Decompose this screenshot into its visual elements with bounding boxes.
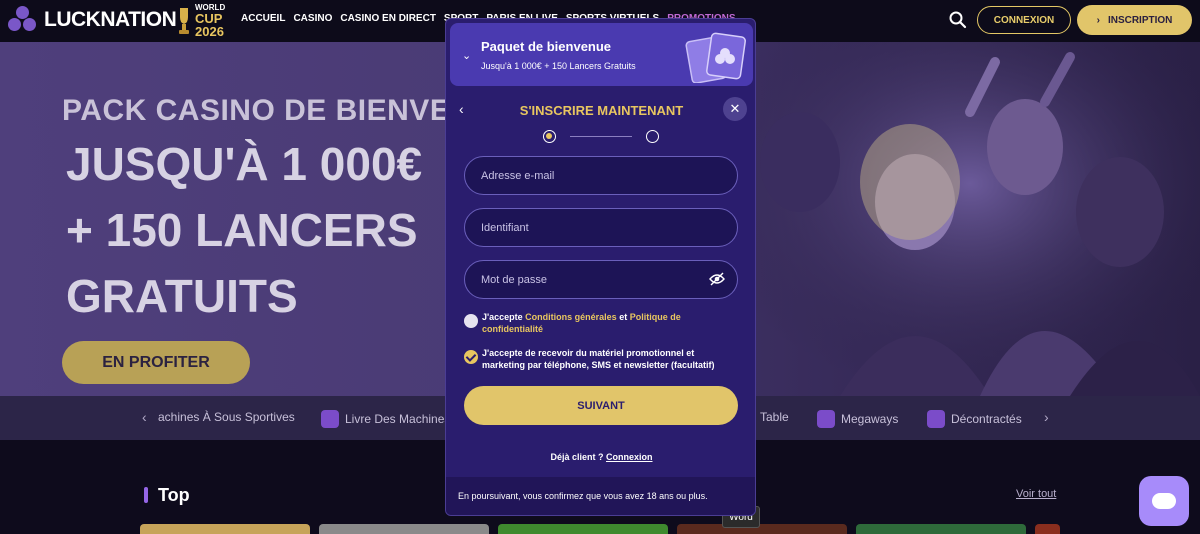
category-decontractes[interactable]: Décontractés <box>927 410 1022 428</box>
game-thumbnail[interactable] <box>677 524 847 534</box>
password-input[interactable] <box>465 261 737 298</box>
megaways-icon <box>817 410 835 428</box>
terms-text: J'accepte Conditions générales et Politi… <box>482 311 737 335</box>
username-field[interactable] <box>464 208 738 247</box>
category-label: Décontractés <box>951 412 1022 426</box>
category-livre-des-machines[interactable]: Livre Des Machines <box>321 410 450 428</box>
category-label: Livre Des Machines <box>345 412 451 426</box>
dice-icon <box>927 410 945 428</box>
category-machines-a-sous-sportives[interactable]: achines À Sous Sportives <box>158 410 295 424</box>
marketing-text: J'accepte de recevoir du matériel promot… <box>482 348 715 370</box>
chevron-right-icon: › <box>1096 14 1100 26</box>
step-connector <box>570 136 632 137</box>
playing-cards-icon <box>685 32 746 83</box>
terms-prefix: J'accepte <box>482 312 526 322</box>
signup-title: S'INSCRIRE MAINTENANT <box>519 103 684 118</box>
step-indicator-1 <box>543 130 556 143</box>
marketing-checkbox[interactable] <box>464 350 478 364</box>
book-icon <box>321 410 339 428</box>
chat-support-button[interactable] <box>1139 476 1189 526</box>
hero-headline-line2: + 150 LANCERS <box>66 204 418 256</box>
username-input[interactable] <box>465 209 737 246</box>
clover-logo-icon <box>8 6 38 34</box>
section-title: Top <box>158 485 190 505</box>
hero-headline-line1: JUSQU'À 1 000€ <box>66 138 423 190</box>
hero-headline-line3: GRATUITS <box>66 270 298 322</box>
age-disclaimer: En poursuivant, vous confirmez que vous … <box>446 477 755 515</box>
party-crowd-image <box>740 42 1200 396</box>
world-cup-badge[interactable]: WORLD CUP 2026 <box>176 4 225 38</box>
chevron-left-icon[interactable]: ‹ <box>142 409 147 425</box>
close-icon[interactable]: ✕ <box>723 97 747 121</box>
logo-text: LUCKNATION <box>44 8 177 31</box>
game-thumbnail[interactable] <box>140 524 310 534</box>
game-thumbnail[interactable] <box>498 524 668 534</box>
category-table[interactable]: Table <box>760 410 789 424</box>
suivant-button[interactable]: SUIVANT <box>464 386 738 425</box>
voir-tout-link[interactable]: Voir tout <box>1016 488 1056 500</box>
category-megaways[interactable]: Megaways <box>817 410 898 428</box>
chevron-down-icon[interactable]: ⌄ <box>462 49 471 62</box>
already-client-line: Déjà client ? Connexion <box>446 452 755 462</box>
game-thumbnail[interactable] <box>319 524 489 534</box>
trophy-icon <box>179 8 189 34</box>
category-label: achines À Sous Sportives <box>158 410 295 424</box>
step-indicator-2 <box>646 130 659 143</box>
already-client-text: Déjà client ? <box>550 452 604 462</box>
terms-checkbox[interactable] <box>464 314 478 328</box>
category-label: Megaways <box>841 412 899 426</box>
bonus-subtitle: Jusqu'à 1 000€ + 150 Lancers Gratuits <box>481 61 636 71</box>
terms-mid: et <box>616 312 630 322</box>
category-label: Table <box>760 410 789 424</box>
password-field[interactable] <box>464 260 738 299</box>
section-accent <box>144 487 148 503</box>
en-profiter-button[interactable]: EN PROFITER <box>62 341 250 384</box>
signup-modal: ⌄ Paquet de bienvenue Jusqu'à 1 000€ + 1… <box>445 18 756 516</box>
site-logo[interactable]: LUCKNATION <box>8 6 177 34</box>
game-thumbnail[interactable] <box>1035 524 1060 534</box>
bonus-title: Paquet de bienvenue <box>481 39 612 54</box>
login-link[interactable]: Connexion <box>606 452 653 462</box>
inscription-label: INSCRIPTION <box>1107 14 1173 26</box>
inscription-button[interactable]: › INSCRIPTION <box>1077 5 1192 35</box>
conditions-link[interactable]: Conditions générales <box>525 312 617 322</box>
nav-casino-en-direct[interactable]: CASINO EN DIRECT <box>340 13 436 24</box>
eye-slash-icon[interactable] <box>709 272 725 286</box>
world-cup-line3: 2026 <box>195 24 224 39</box>
nav-accueil[interactable]: ACCUEIL <box>241 13 285 24</box>
chevron-right-icon[interactable]: › <box>1044 409 1049 425</box>
game-thumbnail[interactable] <box>856 524 1026 534</box>
connexion-button[interactable]: CONNEXION <box>977 6 1071 34</box>
welcome-bonus-panel[interactable]: ⌄ Paquet de bienvenue Jusqu'à 1 000€ + 1… <box>450 23 753 86</box>
nav-casino[interactable]: CASINO <box>293 13 332 24</box>
chat-bubble-icon <box>1152 493 1176 509</box>
search-icon[interactable] <box>948 10 968 30</box>
email-field[interactable] <box>464 156 738 195</box>
age-disclaimer-text: En poursuivant, vous confirmez que vous … <box>458 491 708 501</box>
email-input[interactable] <box>465 157 737 194</box>
